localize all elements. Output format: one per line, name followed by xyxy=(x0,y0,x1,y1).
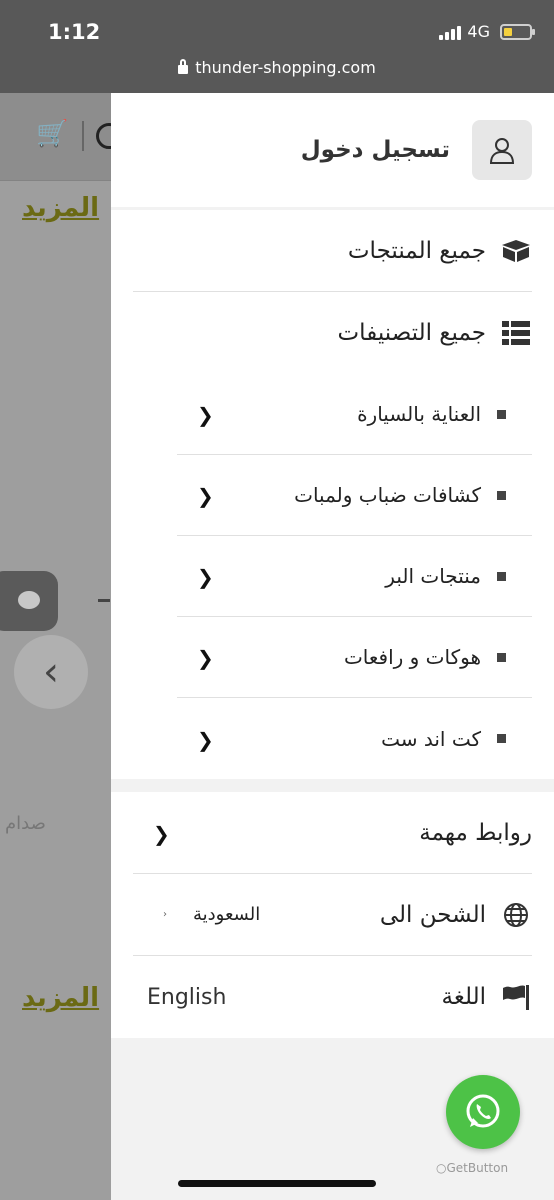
category-label: هوكات و رافعات xyxy=(343,645,481,669)
bullet-icon xyxy=(497,734,506,743)
url-text: thunder-shopping.com xyxy=(195,58,376,77)
chevron-left-icon: ❮ xyxy=(197,646,214,670)
globe-icon xyxy=(500,902,532,928)
main-menu: جميع المنتجات جميع التصنيفات العناية بال… xyxy=(111,210,554,779)
side-drawer: تسجيل دخول جميع المنتجات جميع التصنيفات … xyxy=(111,93,554,1200)
menu-item-label: الشحن الى xyxy=(379,901,486,928)
cart-icon: 🛒 xyxy=(36,119,69,149)
screen: 1:12 4G thunder-shopping.com 🛒 المزيد ‹ … xyxy=(0,0,554,1200)
search-icon xyxy=(96,123,111,149)
section-divider xyxy=(111,779,554,789)
background-product-text: صدام xyxy=(5,813,46,834)
url-bar[interactable]: thunder-shopping.com xyxy=(0,58,554,77)
chevron-left-icon: ❮ xyxy=(197,484,214,508)
status-indicators: 4G xyxy=(439,22,535,41)
chevron-left-icon: ❮ xyxy=(197,565,214,589)
box-icon xyxy=(500,239,532,263)
category-item-outdoor[interactable]: منتجات البر ❮ xyxy=(177,536,532,617)
bullet-icon xyxy=(497,490,506,500)
category-label: كت اند ست xyxy=(381,726,481,751)
menu-item-label: جميع التصنيفات xyxy=(337,320,486,346)
menu-item-important-links[interactable]: روابط مهمة ❮ xyxy=(133,792,532,874)
whatsapp-button[interactable] xyxy=(446,1075,520,1149)
chevron-left-icon: ❮ xyxy=(197,727,214,752)
menu-item-all-categories[interactable]: جميع التصنيفات xyxy=(133,292,532,374)
getbutton-credit[interactable]: ○GetButton xyxy=(436,1161,508,1175)
home-indicator xyxy=(178,1180,376,1187)
settings-menu: روابط مهمة ❮ الشحن الى السعودية ‹ اللغة … xyxy=(111,792,554,1038)
slider-prev-button: ‹ xyxy=(14,635,88,709)
bullet-icon xyxy=(497,571,506,581)
menu-item-all-products[interactable]: جميع المنتجات xyxy=(133,210,532,292)
language-value[interactable]: English xyxy=(147,985,226,1010)
list-icon xyxy=(500,321,532,345)
battery-icon xyxy=(500,23,535,40)
user-icon xyxy=(472,120,532,180)
category-item-cut-and-set[interactable]: كت اند ست ❮ xyxy=(177,698,532,779)
more-link: المزيد xyxy=(22,193,100,223)
menu-item-label: جميع المنتجات xyxy=(347,237,486,264)
bullet-icon xyxy=(497,409,506,419)
category-item-hooks-jacks[interactable]: هوكات و رافعات ❮ xyxy=(177,617,532,698)
login-label: تسجيل دخول xyxy=(300,137,450,163)
status-time: 1:12 xyxy=(48,20,101,44)
signal-icon xyxy=(439,24,462,40)
menu-item-label: روابط مهمة xyxy=(419,819,532,846)
category-item-car-care[interactable]: العناية بالسيارة ❮ xyxy=(177,374,532,455)
chevron-small-icon: ‹ xyxy=(163,909,167,920)
login-button[interactable]: تسجيل دخول xyxy=(111,93,554,207)
category-label: منتجات البر xyxy=(385,564,481,588)
chevron-left-icon: ❮ xyxy=(153,821,170,846)
network-type: 4G xyxy=(467,22,490,41)
chevron-left-icon: ❮ xyxy=(197,403,214,427)
more-link: المزيد xyxy=(22,983,100,1013)
category-label: العناية بالسيارة xyxy=(357,402,481,426)
menu-item-label: اللغة xyxy=(441,984,486,1010)
background-header: 🛒 xyxy=(0,93,111,181)
shipping-country[interactable]: السعودية xyxy=(193,904,260,925)
lock-icon xyxy=(178,59,189,74)
menu-item-language[interactable]: اللغة English xyxy=(133,956,532,1038)
product-image-fragment xyxy=(98,599,110,602)
category-item-fog-lights[interactable]: كشافات ضباب ولمبات ❮ xyxy=(177,455,532,536)
flag-icon xyxy=(500,984,532,1010)
product-image xyxy=(0,571,58,631)
header-divider xyxy=(82,121,84,151)
browser-top-bar: 1:12 4G thunder-shopping.com xyxy=(0,0,554,93)
category-label: كشافات ضباب ولمبات xyxy=(294,483,481,507)
bullet-icon xyxy=(497,652,506,662)
menu-item-shipping[interactable]: الشحن الى السعودية ‹ xyxy=(133,874,532,956)
background-page-overlay[interactable]: 🛒 المزيد ‹ صدام المزيد xyxy=(0,93,111,1200)
